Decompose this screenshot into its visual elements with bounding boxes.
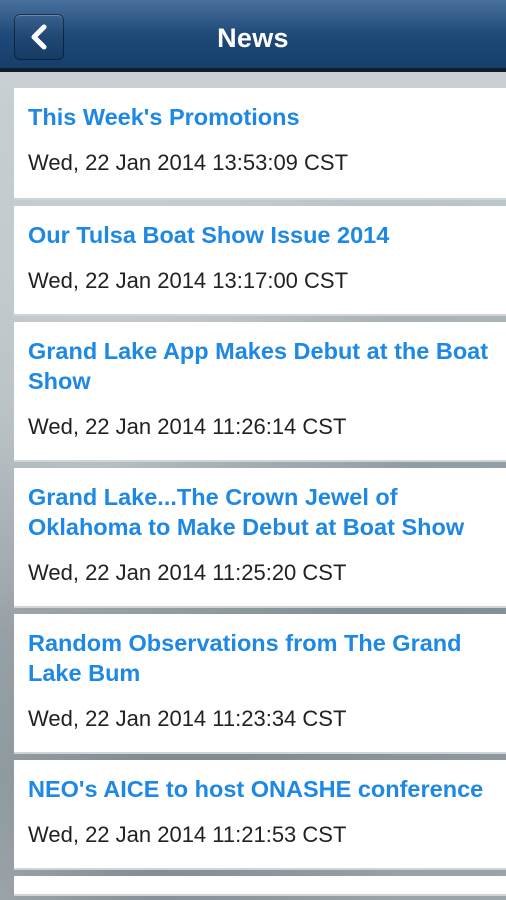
news-item-title[interactable]: Random Observations from The Grand Lake …: [28, 628, 492, 688]
news-item-date: Wed, 22 Jan 2014 11:25:20 CST: [28, 560, 347, 585]
news-list: This Week's Promotions Wed, 22 Jan 2014 …: [14, 88, 506, 896]
news-item-date: Wed, 22 Jan 2014 13:53:09 CST: [28, 150, 349, 175]
news-item-date: Wed, 22 Jan 2014 11:23:34 CST: [28, 706, 347, 731]
news-item-date: Wed, 22 Jan 2014 11:26:14 CST: [28, 414, 347, 439]
news-item[interactable]: Grand Lake...The Crown Jewel of Oklahoma…: [14, 468, 506, 608]
news-item[interactable]: Grand Lake App Makes Debut at the Boat S…: [14, 322, 506, 462]
news-item[interactable]: This Week's Promotions Wed, 22 Jan 2014 …: [14, 88, 506, 200]
news-item[interactable]: Random Observations from The Grand Lake …: [14, 614, 506, 754]
news-item-title[interactable]: Our Tulsa Boat Show Issue 2014: [28, 220, 492, 250]
news-item-title[interactable]: This Week's Promotions: [28, 102, 492, 132]
top-app-bar: News: [0, 0, 506, 72]
news-item-date: Wed, 22 Jan 2014 11:21:53 CST: [28, 822, 347, 847]
news-item[interactable]: Our Tulsa Boat Show Issue 2014 Wed, 22 J…: [14, 206, 506, 316]
news-item-partial[interactable]: [14, 876, 506, 896]
news-item-title[interactable]: Grand Lake...The Crown Jewel of Oklahoma…: [28, 482, 492, 542]
news-item-title[interactable]: Grand Lake App Makes Debut at the Boat S…: [28, 336, 492, 396]
news-item[interactable]: NEO's AICE to host ONASHE conference Wed…: [14, 760, 506, 870]
news-item-date: Wed, 22 Jan 2014 13:17:00 CST: [28, 268, 349, 293]
page-title: News: [217, 23, 289, 53]
news-item-title[interactable]: NEO's AICE to host ONASHE conference: [28, 774, 492, 804]
